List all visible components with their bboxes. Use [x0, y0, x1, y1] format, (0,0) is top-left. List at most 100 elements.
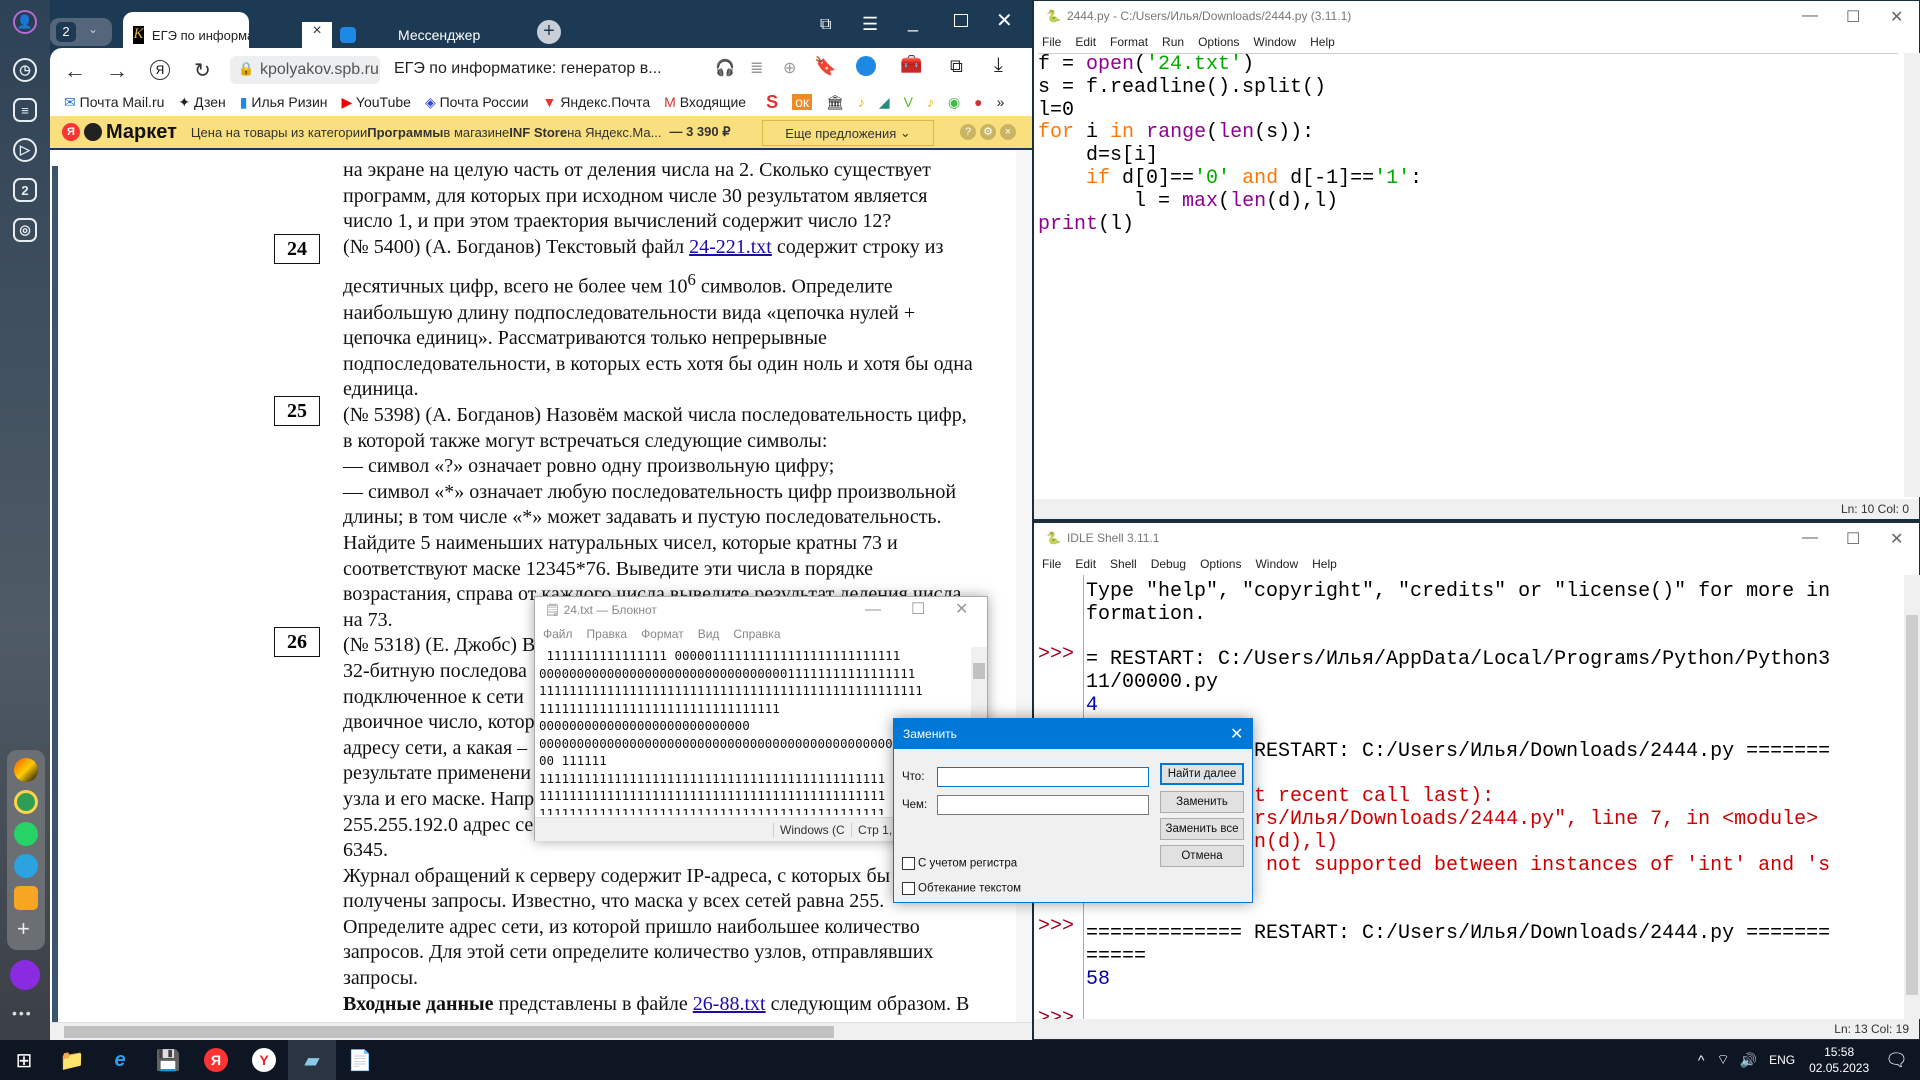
- app-icon-1[interactable]: [14, 758, 38, 782]
- bookmark-gmail[interactable]: M Входящие: [664, 94, 746, 110]
- python-taskbar-icon[interactable]: 📄: [336, 1040, 384, 1080]
- tab-count-icon[interactable]: 2: [13, 178, 37, 202]
- video-play-icon[interactable]: ▷: [13, 138, 37, 162]
- screenshot-icon[interactable]: ◎: [13, 218, 37, 242]
- maximize-button[interactable]: [954, 14, 968, 27]
- menu-edit[interactable]: Edit: [1075, 557, 1096, 571]
- volume-icon[interactable]: 🔊: [1740, 1052, 1757, 1069]
- scroll-thumb[interactable]: [973, 663, 985, 679]
- close-dialog-icon[interactable]: ✕: [1230, 724, 1243, 744]
- headphones-icon[interactable]: 🎧: [715, 58, 735, 78]
- collections-toolbar-icon[interactable]: ⧉: [820, 16, 831, 34]
- find-next-button[interactable]: Найти далее: [1160, 763, 1244, 785]
- bookmark-youtube[interactable]: ▶ YouTube: [342, 94, 411, 111]
- wrap-around-checkbox[interactable]: Обтекание текстом: [902, 882, 1021, 895]
- menu-help[interactable]: Справка: [733, 627, 780, 641]
- bookmark-ilya[interactable]: ▮ Илья Ризин: [240, 94, 328, 111]
- settings-icon[interactable]: ⚙: [980, 124, 996, 140]
- back-icon[interactable]: ←: [64, 58, 86, 84]
- menu-shell[interactable]: Shell: [1110, 557, 1137, 571]
- close-button[interactable]: ✕: [1890, 529, 1903, 549]
- menu-file[interactable]: File: [1042, 557, 1061, 571]
- extension-2-icon[interactable]: 🧰: [900, 54, 922, 75]
- file-explorer-icon[interactable]: 📁: [48, 1040, 96, 1080]
- russia-flag-icon[interactable]: ●: [974, 94, 982, 110]
- more-bookmarks-icon[interactable]: »: [997, 94, 1005, 110]
- add-app-icon[interactable]: +: [17, 916, 30, 942]
- yandex-icon[interactable]: Y: [240, 1040, 288, 1080]
- editor-scrollbar[interactable]: [1904, 53, 1920, 497]
- music2-icon[interactable]: ♪: [927, 94, 934, 110]
- replace-button[interactable]: Заменить: [1160, 791, 1244, 813]
- mail-icon[interactable]: [14, 886, 38, 910]
- tray-chevron-icon[interactable]: ^: [1698, 1052, 1705, 1068]
- menu-window[interactable]: Window: [1253, 35, 1296, 49]
- file-link-26[interactable]: 26-88.txt: [693, 993, 766, 1015]
- cancel-button[interactable]: Отмена: [1160, 845, 1244, 867]
- scroll-thumb[interactable]: [1906, 615, 1918, 995]
- menu-options[interactable]: Options: [1198, 35, 1239, 49]
- menu-format[interactable]: Формат: [641, 627, 684, 641]
- whatsapp-icon[interactable]: [14, 822, 38, 846]
- wifi-icon[interactable]: ⌔: [1716, 1051, 1729, 1069]
- maximize-button[interactable]: ☐: [911, 599, 925, 619]
- menu-edit[interactable]: Правка: [587, 627, 628, 641]
- close-button[interactable]: ✕: [955, 599, 968, 619]
- minimize-button[interactable]: _: [908, 12, 918, 33]
- menu-format[interactable]: Format: [1110, 35, 1148, 49]
- close-banner-icon[interactable]: ×: [1000, 124, 1016, 140]
- history-icon[interactable]: ◷: [13, 58, 37, 82]
- more-icon[interactable]: •••: [12, 1005, 33, 1021]
- save-app-icon[interactable]: 💾: [144, 1040, 192, 1080]
- alice-icon[interactable]: [10, 960, 40, 990]
- yandex-icon[interactable]: Я: [150, 60, 170, 80]
- bookmark-icon[interactable]: 🔖: [814, 56, 836, 77]
- menu-view[interactable]: Вид: [698, 627, 720, 641]
- clock[interactable]: 15:58 02.05.2023: [1809, 1044, 1869, 1076]
- ok-icon[interactable]: ок: [792, 94, 813, 110]
- new-tab-button[interactable]: +: [537, 20, 561, 44]
- menu-run[interactable]: Run: [1162, 35, 1184, 49]
- forward-icon[interactable]: →: [106, 58, 128, 84]
- bookmark-yandex-mail[interactable]: ▼ Яндекс.Почта: [543, 94, 651, 110]
- notepad-taskbar-icon[interactable]: ▰: [288, 1040, 336, 1080]
- internet-explorer-icon[interactable]: e: [96, 1040, 144, 1080]
- profile-avatar-icon[interactable]: 👤: [13, 10, 37, 34]
- menu-options[interactable]: Options: [1200, 557, 1241, 571]
- more-offers-button[interactable]: Еще предложения ⌄: [762, 120, 934, 146]
- bookmark-mail[interactable]: ✉ Почта Mail.ru: [64, 94, 164, 111]
- menu-edit[interactable]: Edit: [1075, 35, 1096, 49]
- maximize-button[interactable]: ☐: [1846, 7, 1860, 27]
- reader-icon[interactable]: ≣: [750, 58, 763, 78]
- bookmark-s-icon[interactable]: S: [766, 92, 778, 113]
- bookmark-dzen[interactable]: ✦ Дзен: [178, 94, 225, 111]
- start-button[interactable]: ⊞: [0, 1040, 48, 1080]
- music-icon[interactable]: ♪: [858, 94, 865, 110]
- notifications-icon[interactable]: 🗨: [1885, 1050, 1908, 1071]
- zoom-icon[interactable]: ⊕: [783, 58, 796, 78]
- copy-icon[interactable]: ⧉: [950, 56, 963, 77]
- bookmark-pochta[interactable]: ◈ Почта России: [425, 94, 529, 111]
- diag-icon[interactable]: ◢: [879, 94, 890, 111]
- close-button[interactable]: ✕: [996, 8, 1013, 33]
- shell-scrollbar[interactable]: [1904, 575, 1920, 1019]
- reload-icon[interactable]: ↻: [194, 58, 211, 83]
- extension-icon[interactable]: [856, 56, 876, 76]
- tab-close-icon[interactable]: ×: [302, 22, 332, 52]
- checkbox-box[interactable]: [902, 857, 915, 870]
- minimize-button[interactable]: —: [1802, 529, 1818, 547]
- minimize-button[interactable]: —: [865, 601, 881, 619]
- menu-debug[interactable]: Debug: [1151, 557, 1186, 571]
- close-button[interactable]: ✕: [1890, 7, 1903, 27]
- download-icon[interactable]: ⤓: [994, 54, 1003, 77]
- menu-file[interactable]: File: [1042, 35, 1061, 49]
- replace-input[interactable]: [937, 795, 1149, 815]
- match-case-checkbox[interactable]: С учетом регистра: [902, 857, 1017, 870]
- find-input[interactable]: [937, 767, 1149, 787]
- replace-all-button[interactable]: Заменить все: [1160, 818, 1244, 840]
- menu-file[interactable]: Файл: [543, 627, 573, 641]
- yandex-browser-icon[interactable]: Я: [192, 1040, 240, 1080]
- scroll-thumb[interactable]: [64, 1026, 834, 1038]
- minimize-button[interactable]: —: [1802, 7, 1818, 25]
- menu-help[interactable]: Help: [1310, 35, 1335, 49]
